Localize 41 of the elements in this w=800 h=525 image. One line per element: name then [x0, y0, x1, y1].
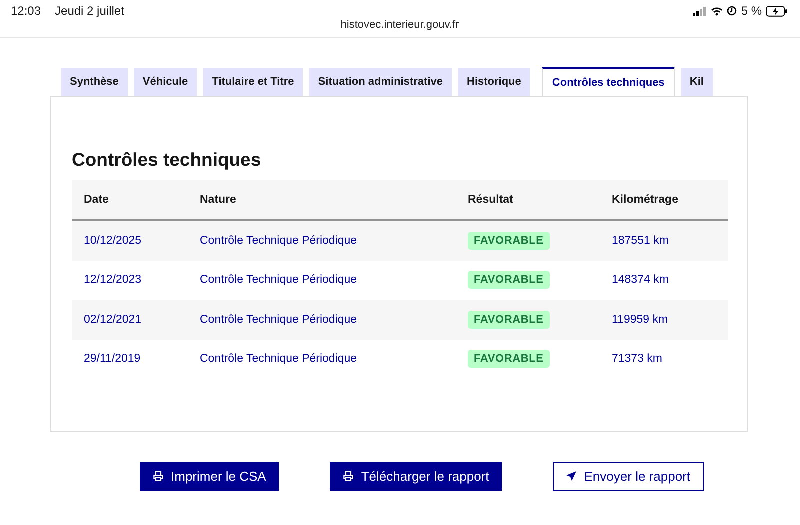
tab[interactable]: Kil [680, 68, 713, 96]
tab[interactable]: Contrôles techniques [542, 67, 675, 96]
battery-charging-icon [766, 6, 788, 16]
column-header: Résultat [467, 194, 514, 206]
column-header: Date [83, 194, 110, 206]
date-text: Jeudi 2 juillet [55, 4, 124, 18]
nature-cell-text: Contrôle Technique Périodique [199, 353, 358, 366]
section-heading: Contrôles techniques [72, 149, 262, 172]
tab[interactable]: Historique [458, 68, 530, 96]
send-arrow-icon [566, 471, 578, 482]
print-button[interactable]: Télécharger le rapport [330, 462, 502, 491]
date-cell-text: 12/12/2023 [83, 274, 143, 286]
nature-cell-text: Contrôle Technique Périodique [199, 274, 358, 286]
mileage-cell-text: 119959 km [611, 314, 670, 326]
clock-time: 12:03 [11, 4, 42, 18]
result-badge: FAVORABLE [468, 310, 550, 329]
mileage-cell-text: 148374 km [611, 274, 670, 286]
result-badge: FAVORABLE [468, 350, 550, 368]
result-badge: FAVORABLE [468, 232, 550, 250]
tab[interactable]: Véhicule [134, 68, 198, 96]
tab[interactable]: Synthèse [61, 68, 128, 96]
wifi-icon [711, 6, 724, 16]
date-cell-text: 02/12/2021 [83, 314, 143, 326]
tab[interactable]: Titulaire et Titre [203, 68, 304, 96]
url-text[interactable]: histovec.interieur.gouv.fr [340, 19, 460, 31]
nature-cell-text: Contrôle Technique Périodique [199, 234, 358, 247]
signal-icon [693, 6, 708, 16]
mileage-cell-text: 71373 km [611, 353, 664, 366]
printer-icon [153, 471, 164, 482]
mileage-cell-text: 187551 km [611, 234, 670, 247]
date-cell-text: 10/12/2025 [83, 234, 143, 247]
result-badge: FAVORABLE [468, 271, 550, 290]
nature-cell-text: Contrôle Technique Périodique [199, 314, 358, 326]
column-header: Nature [199, 194, 238, 206]
print-button[interactable]: Imprimer le CSA [140, 462, 280, 491]
tab[interactable]: Situation administrative [309, 68, 452, 96]
printer-icon [343, 471, 354, 482]
battery-percent: 5 % [741, 4, 762, 18]
column-header: Kilométrage [611, 194, 680, 206]
date-cell-text: 29/11/2019 [83, 353, 142, 366]
send-report-button[interactable]: Envoyer le rapport [553, 462, 704, 491]
